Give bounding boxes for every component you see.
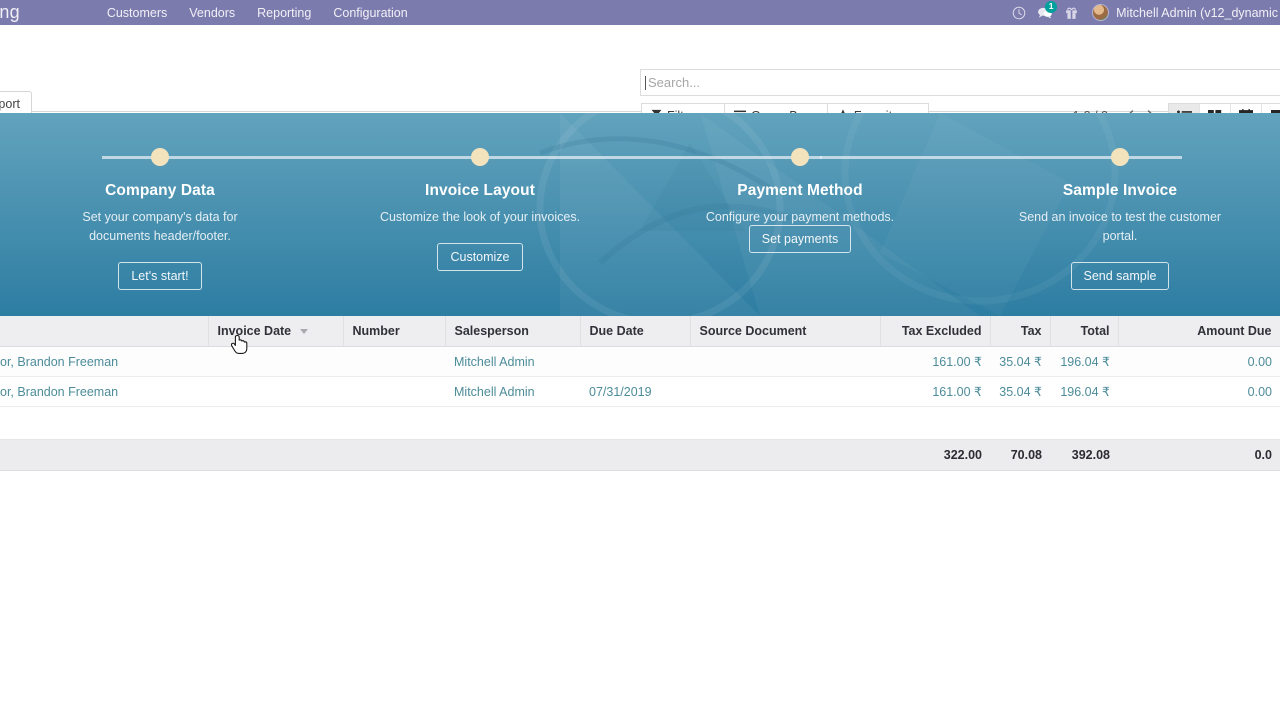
table-row[interactable]: or, Brandon Freeman Mitchell Admin 07/31… <box>0 376 1280 407</box>
chat-badge: 1 <box>1045 1 1058 13</box>
column-label: Invoice Date <box>217 324 292 338</box>
step-description: Send an invoice to test the customer por… <box>1018 210 1222 243</box>
cell-source-document <box>690 346 880 377</box>
column-header-tax-excluded[interactable]: Tax Excluded <box>880 316 991 347</box>
cell-source-document <box>690 376 880 407</box>
step-dot <box>151 148 169 166</box>
cell-amount-due: 0.00 <box>1118 376 1280 407</box>
table-empty-row <box>0 406 1280 440</box>
cell-tax: 35.04 ₹ <box>990 346 1050 377</box>
onboarding-steps: Company Data Set your company's data for… <box>0 113 1280 316</box>
totals-spacer <box>580 439 690 471</box>
table-totals-row: 322.00 70.08 392.08 0.0 <box>0 439 1280 471</box>
control-panel: mport Filters Group By <box>0 25 1280 129</box>
chat-icon[interactable]: 1 <box>1032 0 1058 25</box>
column-header-invoice-date[interactable]: Invoice Date <box>208 316 344 347</box>
step-description: Set your company's data for documents he… <box>82 210 238 243</box>
step-title: Company Data <box>105 182 215 199</box>
totals-spacer <box>208 439 343 471</box>
cell-invoice-date <box>208 376 343 407</box>
totals-spacer <box>690 439 880 471</box>
cell-number <box>343 346 445 377</box>
column-header-partner[interactable] <box>0 316 209 347</box>
menu-item-reporting[interactable]: Reporting <box>246 6 322 20</box>
totals-tax-excluded: 322.00 <box>880 439 990 471</box>
menu-item-configuration[interactable]: Configuration <box>322 6 418 20</box>
cell-amount-due: 0.00 <box>1118 346 1280 377</box>
lets-start-button[interactable]: Let's start! <box>118 262 202 290</box>
cell-total: 196.04 ₹ <box>1050 346 1118 377</box>
sort-caret-icon <box>299 329 308 335</box>
step-title: Payment Method <box>737 182 863 199</box>
cell-invoice-date <box>208 346 343 377</box>
onboarding-step-sample-invoice: Sample Invoice Send an invoice to test t… <box>960 113 1280 316</box>
column-header-number[interactable]: Number <box>343 316 446 347</box>
totals-spacer <box>445 439 580 471</box>
user-menu[interactable]: Mitchell Admin (v12_dynamic <box>1092 4 1278 21</box>
cell-salesperson: Mitchell Admin <box>445 376 580 407</box>
step-dot <box>1111 148 1129 166</box>
send-sample-button[interactable]: Send sample <box>1070 262 1170 290</box>
table-header-row: Invoice Date Number Salesperson Due Date… <box>0 316 1280 347</box>
navbar-systray: 1 Mitchell Admin (v12_dynamic <box>1006 0 1280 25</box>
user-name-label: Mitchell Admin (v12_dynamic <box>1116 5 1278 20</box>
cell-tax: 35.04 ₹ <box>990 376 1050 407</box>
search-bar[interactable] <box>640 69 1280 96</box>
table-row[interactable]: or, Brandon Freeman Mitchell Admin 161.0… <box>0 346 1280 377</box>
step-dot <box>791 148 809 166</box>
customize-button[interactable]: Customize <box>437 243 523 271</box>
top-navbar: cing Customers Vendors Reporting Configu… <box>0 0 1280 25</box>
totals-total: 392.08 <box>1050 439 1118 471</box>
onboarding-step-payment-method: Payment Method Configure your payment me… <box>640 113 960 316</box>
cell-due-date <box>580 346 690 377</box>
column-header-due-date[interactable]: Due Date <box>580 316 691 347</box>
step-title: Invoice Layout <box>425 182 535 199</box>
invoice-list-view: Invoice Date Number Salesperson Due Date… <box>0 316 1280 471</box>
cell-partner: or, Brandon Freeman <box>0 346 208 377</box>
step-dot <box>471 148 489 166</box>
column-header-tax[interactable]: Tax <box>990 316 1051 347</box>
cell-due-date: 07/31/2019 <box>580 376 690 407</box>
activity-icon[interactable] <box>1058 0 1084 25</box>
onboarding-step-invoice-layout: Invoice Layout Customize the look of you… <box>320 113 640 316</box>
cell-tax-excluded: 161.00 ₹ <box>880 346 990 377</box>
totals-amount-due: 0.0 <box>1118 439 1280 471</box>
empty-cell <box>0 406 1280 440</box>
cell-total: 196.04 ₹ <box>1050 376 1118 407</box>
app-brand[interactable]: cing <box>0 2 30 23</box>
column-header-total[interactable]: Total <box>1050 316 1119 347</box>
column-header-salesperson[interactable]: Salesperson <box>445 316 581 347</box>
cell-salesperson: Mitchell Admin <box>445 346 580 377</box>
search-input[interactable] <box>646 75 1266 90</box>
step-title: Sample Invoice <box>1062 182 1178 199</box>
column-header-source-document[interactable]: Source Document <box>690 316 881 347</box>
step-description: Customize the look of your invoices. <box>379 210 581 224</box>
set-payments-button[interactable]: Set payments <box>748 225 852 253</box>
onboarding-step-company-data: Company Data Set your company's data for… <box>0 113 320 316</box>
column-header-amount-due[interactable]: Amount Due <box>1118 316 1280 347</box>
main-menu: Customers Vendors Reporting Configuratio… <box>96 6 419 20</box>
menu-item-vendors[interactable]: Vendors <box>178 6 246 20</box>
step-connector <box>462 156 822 159</box>
totals-spacer <box>0 439 208 471</box>
menu-item-customers[interactable]: Customers <box>96 6 178 20</box>
onboarding-banner: Company Data Set your company's data for… <box>0 113 1280 316</box>
cell-partner: or, Brandon Freeman <box>0 376 208 407</box>
totals-tax: 70.08 <box>990 439 1050 471</box>
totals-spacer <box>343 439 445 471</box>
cell-tax-excluded: 161.00 ₹ <box>880 376 990 407</box>
avatar <box>1092 4 1110 21</box>
invoice-table: Invoice Date Number Salesperson Due Date… <box>0 316 1280 471</box>
clock-icon[interactable] <box>1006 0 1032 25</box>
cell-number <box>343 376 445 407</box>
